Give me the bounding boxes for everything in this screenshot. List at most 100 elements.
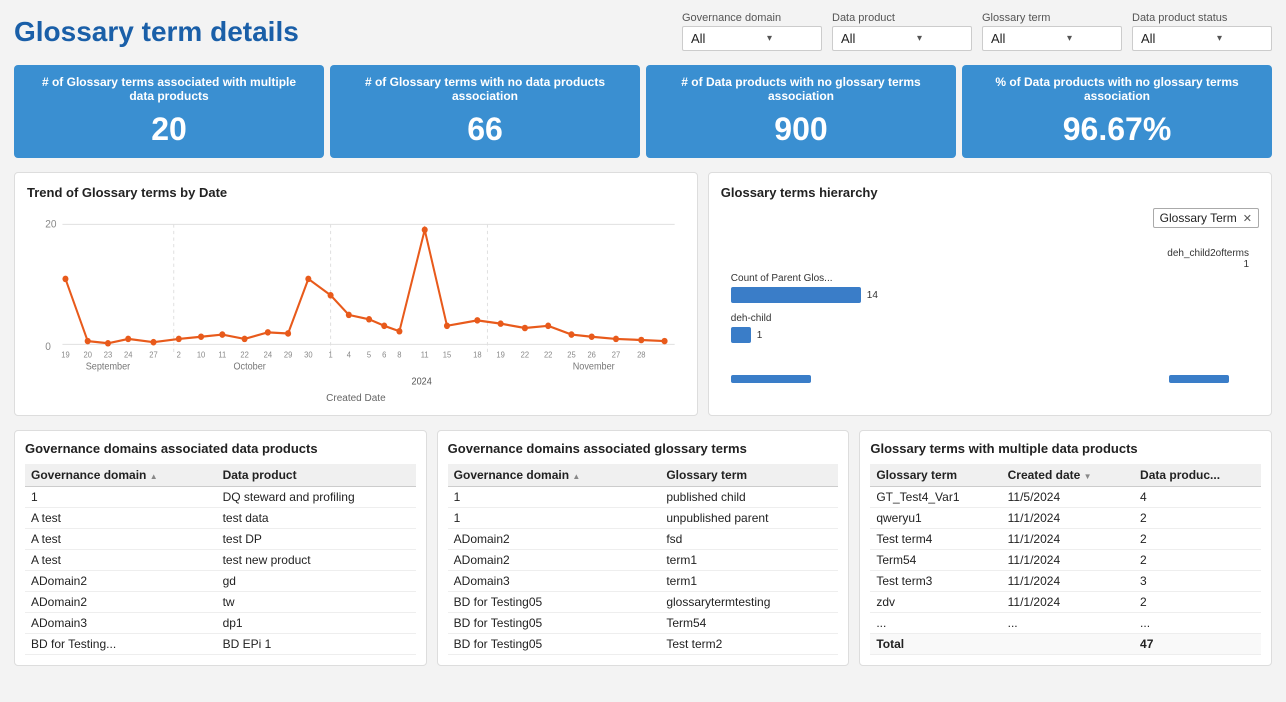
page-title: Glossary term details <box>14 16 666 48</box>
table1-col1-header[interactable]: Governance domain ▲ <box>25 464 217 487</box>
table3-col2-header[interactable]: Created date ▼ <box>1002 464 1134 487</box>
table1-cell-4-1: gd <box>217 571 416 592</box>
table-row: Test term311/1/20243 <box>870 571 1261 592</box>
table2-cell-2-1: fsd <box>660 529 838 550</box>
table3-total-1 <box>1002 634 1134 655</box>
svg-text:11: 11 <box>421 350 429 359</box>
kpi-value-2: 900 <box>774 111 827 148</box>
bar-group-1: Count of Parent Glos... 14 <box>731 273 1249 303</box>
table3-cell-3-1: 11/1/2024 <box>1002 550 1134 571</box>
table3-cell-6-0: ... <box>870 613 1001 634</box>
filter-group-2: Glossary term All ▾ <box>982 12 1122 51</box>
kpi-card-1: # of Glossary terms with no data product… <box>330 65 640 158</box>
table3-cell-3-2: 2 <box>1134 550 1261 571</box>
kpi-card-3: % of Data products with no glossary term… <box>962 65 1272 158</box>
charts-row: Trend of Glossary terms by Date 20 0 Sep… <box>14 172 1272 416</box>
table-row: BD for Testing05Term54 <box>448 613 839 634</box>
table1: Governance domain ▲ Data product 1DQ ste… <box>25 464 416 655</box>
table-row: BD for Testing...BD EPi 1 <box>25 634 416 655</box>
chevron-down-icon: ▾ <box>917 33 963 44</box>
svg-text:8: 8 <box>397 350 402 359</box>
table3-cell-2-2: 2 <box>1134 529 1261 550</box>
kpi-label-0: # of Glossary terms associated with mult… <box>28 75 310 103</box>
table3-total-0: Total <box>870 634 1001 655</box>
hierarchy-bars: Count of Parent Glos... 14 deh-child 1 <box>731 273 1249 353</box>
table2-wrapper: Governance domain ▲ Glossary term 1publi… <box>448 464 839 655</box>
sort-icon-3: ▼ <box>1084 472 1092 481</box>
svg-text:15: 15 <box>443 350 452 359</box>
table1-cell-1-0: A test <box>25 508 217 529</box>
header: Glossary term details Governance domain … <box>14 12 1272 51</box>
table3-cell-2-0: Test term4 <box>870 529 1001 550</box>
filter-select-3[interactable]: All ▾ <box>1132 26 1272 51</box>
table-row: ADomain2term1 <box>448 550 839 571</box>
table1-cell-0-1: DQ steward and profiling <box>217 487 416 508</box>
table2: Governance domain ▲ Glossary term 1publi… <box>448 464 839 655</box>
table1-panel: Governance domains associated data produ… <box>14 430 427 666</box>
svg-text:26: 26 <box>587 350 596 359</box>
table2-cell-7-0: BD for Testing05 <box>448 634 661 655</box>
table1-col2-header[interactable]: Data product <box>217 464 416 487</box>
table3-cell-4-2: 3 <box>1134 571 1261 592</box>
sort-icon-2: ▲ <box>572 472 580 481</box>
svg-text:September: September <box>86 361 130 372</box>
svg-text:22: 22 <box>521 350 529 359</box>
table3-cell-6-2: ... <box>1134 613 1261 634</box>
kpi-value-3: 96.67% <box>1063 111 1172 148</box>
close-icon[interactable]: ✕ <box>1243 212 1252 225</box>
svg-text:18: 18 <box>473 350 482 359</box>
table-row: GT_Test4_Var111/5/20244 <box>870 487 1261 508</box>
table1-cell-7-1: BD EPi 1 <box>217 634 416 655</box>
kpi-row: # of Glossary terms associated with mult… <box>14 65 1272 158</box>
table1-cell-3-0: A test <box>25 550 217 571</box>
table3-cell-5-2: 2 <box>1134 592 1261 613</box>
bar-label-3: deh_child2ofterms1 <box>1167 248 1249 270</box>
table3-cell-1-2: 2 <box>1134 508 1261 529</box>
table1-wrapper: Governance domain ▲ Data product 1DQ ste… <box>25 464 416 655</box>
table2-cell-0-1: published child <box>660 487 838 508</box>
table1-cell-0-0: 1 <box>25 487 217 508</box>
svg-text:23: 23 <box>104 350 113 359</box>
table3-cell-6-1: ... <box>1002 613 1134 634</box>
svg-text:20: 20 <box>84 350 93 359</box>
table1-cell-2-1: test DP <box>217 529 416 550</box>
table-row: 1published child <box>448 487 839 508</box>
table2-cell-1-1: unpublished parent <box>660 508 838 529</box>
table1-cell-1-1: test data <box>217 508 416 529</box>
table-row: ADomain3term1 <box>448 571 839 592</box>
table-row: zdv11/1/20242 <box>870 592 1261 613</box>
table2-col1-header[interactable]: Governance domain ▲ <box>448 464 661 487</box>
svg-text:5: 5 <box>367 350 372 359</box>
filter-select-2[interactable]: All ▾ <box>982 26 1122 51</box>
svg-text:28: 28 <box>637 350 646 359</box>
filter-value-2: All <box>991 31 1037 46</box>
x-axis-label: Created Date <box>27 393 685 404</box>
table3-cell-4-0: Test term3 <box>870 571 1001 592</box>
table3-col1-header[interactable]: Glossary term <box>870 464 1001 487</box>
table2-col2-header[interactable]: Glossary term <box>660 464 838 487</box>
svg-text:0: 0 <box>45 340 51 352</box>
table2-cell-6-0: BD for Testing05 <box>448 613 661 634</box>
svg-text:30: 30 <box>304 350 313 359</box>
tables-row: Governance domains associated data produ… <box>14 430 1272 666</box>
svg-text:20: 20 <box>45 218 56 230</box>
filter-group-3: Data product status All ▾ <box>1132 12 1272 51</box>
svg-text:19: 19 <box>61 350 69 359</box>
kpi-label-2: # of Data products with no glossary term… <box>660 75 942 103</box>
hierarchy-filter-tag[interactable]: Glossary Term ✕ <box>1153 208 1259 228</box>
chevron-down-icon: ▾ <box>767 33 813 44</box>
bar-1 <box>731 287 861 303</box>
filter-select-0[interactable]: All ▾ <box>682 26 822 51</box>
table3-total-2: 47 <box>1134 634 1261 655</box>
svg-text:24: 24 <box>264 350 273 359</box>
table-row: 1unpublished parent <box>448 508 839 529</box>
table3-cell-5-1: 11/1/2024 <box>1002 592 1134 613</box>
table3-cell-0-1: 11/5/2024 <box>1002 487 1134 508</box>
table2-cell-6-1: Term54 <box>660 613 838 634</box>
svg-text:1: 1 <box>328 350 332 359</box>
table3-col3-header[interactable]: Data produc... <box>1134 464 1261 487</box>
table2-cell-0-0: 1 <box>448 487 661 508</box>
filter-select-1[interactable]: All ▾ <box>832 26 972 51</box>
filters-bar: Governance domain All ▾ Data product All… <box>682 12 1272 51</box>
svg-text:19: 19 <box>496 350 504 359</box>
